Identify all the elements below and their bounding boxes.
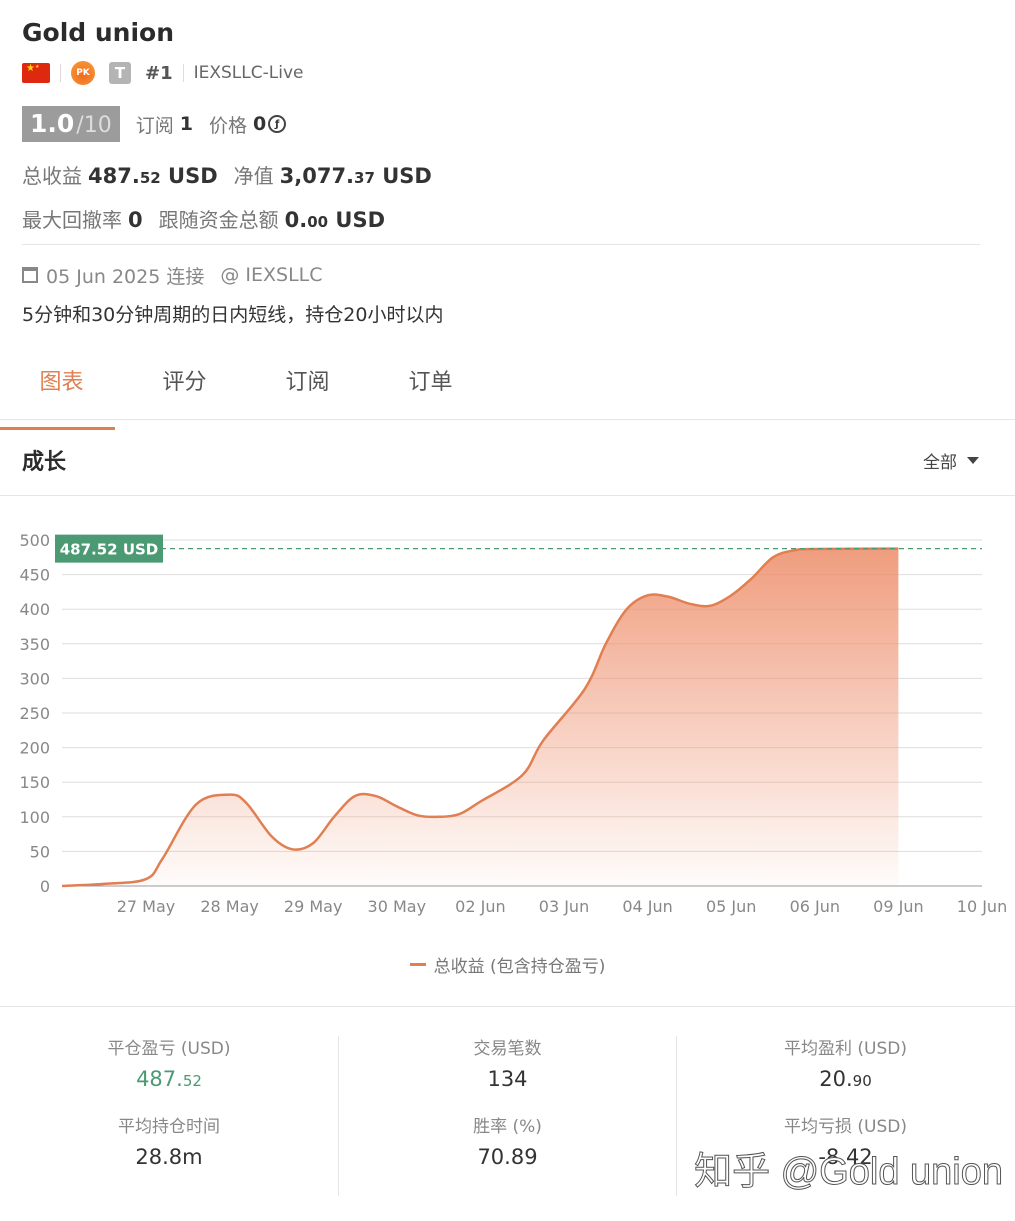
connect-info: 05 Jun 2025 连接 @ IEXSLLC	[22, 263, 982, 288]
caret-down-icon	[967, 457, 979, 464]
follow-funds-label: 跟随资金总额	[158, 208, 279, 232]
trader-header: Gold union ★ ★ PK T #1 IEXSLLC-Live 1.0 /…	[22, 16, 982, 329]
trades-label: 交易笔数	[473, 1039, 542, 1059]
tab-rating[interactable]: 评分	[123, 358, 246, 419]
range-dropdown[interactable]: 全部	[923, 448, 979, 473]
trades-value: 134	[487, 1067, 528, 1091]
total-profit-value: 487.52 USD	[88, 164, 218, 188]
y-tick-label: 500	[19, 531, 50, 550]
price-label: 价格	[208, 114, 247, 137]
rank-label: #1	[145, 62, 173, 84]
equity-label: 净值	[233, 164, 274, 188]
type-badge: T	[109, 62, 131, 84]
score-value: 1.0	[30, 109, 75, 138]
avg-hold-value: 28.8m	[135, 1145, 203, 1169]
win-rate-label: 胜率 (%)	[473, 1117, 542, 1137]
totals-row: 总收益 487.52 USD 净值 3,077.37 USD	[22, 160, 982, 188]
section-divider	[22, 244, 980, 245]
win-rate-value: 70.89	[477, 1145, 538, 1169]
y-tick-label: 300	[19, 669, 50, 688]
connect-date: 05 Jun 2025 连接	[46, 265, 205, 288]
score-badge: 1.0 /10	[22, 106, 120, 142]
max-drawdown-value: 0	[128, 208, 143, 232]
x-tick-label: 03 Jun	[539, 897, 589, 916]
equity-value: 3,077.37 USD	[279, 164, 432, 188]
tab-chart[interactable]: 图表	[0, 358, 123, 430]
tab-bar: 图表 评分 订阅 订单	[0, 358, 1015, 430]
x-tick-label: 29 May	[284, 897, 343, 916]
x-tick-label: 10 Jun	[957, 897, 1007, 916]
y-tick-label: 400	[19, 600, 50, 619]
current-value-label: 487.52 USD	[60, 541, 159, 559]
drawdown-row: 最大回撤率 0 跟随资金总额 0.00 USD	[22, 204, 982, 232]
pk-fire-icon: PK	[71, 61, 95, 85]
china-flag-icon: ★ ★	[22, 63, 50, 83]
y-tick-label: 350	[19, 635, 50, 654]
y-tick-label: 150	[19, 773, 50, 792]
chart-legend[interactable]: 总收益 (包含持仓盈亏)	[0, 952, 1015, 977]
tab-subscribe[interactable]: 订阅	[246, 358, 369, 419]
x-tick-label: 02 Jun	[455, 897, 505, 916]
x-tick-label: 06 Jun	[790, 897, 840, 916]
y-tick-label: 450	[19, 566, 50, 585]
growth-header: 成长 全部	[0, 420, 1015, 496]
y-tick-label: 200	[19, 739, 50, 758]
score-max: /10	[76, 113, 112, 138]
divider	[182, 64, 184, 82]
strategy-description: 5分钟和30分钟周期的日内短线，持仓20小时以内	[22, 304, 444, 326]
avg-profit-label: 平均盈利 (USD)	[784, 1039, 907, 1059]
stats-divider	[0, 1006, 1015, 1007]
calendar-icon	[22, 267, 38, 283]
y-tick-label: 250	[19, 704, 50, 723]
x-tick-label: 04 Jun	[622, 897, 672, 916]
trader-meta: ★ ★ PK T #1 IEXSLLC-Live	[22, 60, 982, 86]
subscribe-count: 1	[179, 113, 193, 135]
x-tick-label: 05 Jun	[706, 897, 756, 916]
follow-funds-value: 0.00 USD	[284, 208, 386, 232]
avg-loss-label: 平均亏损 (USD)	[784, 1117, 907, 1137]
coin-icon: ƒ	[268, 115, 287, 133]
y-tick-label: 100	[19, 808, 50, 827]
y-tick-label: 0	[40, 877, 50, 896]
range-value: 全部	[923, 453, 957, 473]
server-name: IEXSLLC-Live	[193, 63, 304, 83]
avg-hold-label: 平均持仓时间	[118, 1117, 220, 1137]
page-title: Gold union	[22, 18, 175, 47]
broker-link[interactable]: @ IEXSLLC	[220, 264, 322, 286]
growth-title: 成长	[22, 450, 67, 475]
watermark: 知乎 @Gold union	[694, 1151, 1004, 1194]
total-profit-label: 总收益	[22, 164, 82, 188]
legend-label: 总收益 (包含持仓盈亏)	[433, 957, 606, 977]
profit-area	[62, 548, 899, 886]
growth-chart: 0 50 100 150 200 250 300 350 400 450 500 27 May 28 …	[19, 531, 1007, 916]
price-value: 0	[252, 113, 267, 135]
avg-profit-value: 20.90	[819, 1067, 872, 1091]
stat-col-left: 平仓盈亏 (USD) 487.52 平均持仓时间 28.8m	[0, 1036, 338, 1196]
x-tick-label: 09 Jun	[873, 897, 923, 916]
x-tick-label: 27 May	[117, 897, 176, 916]
tab-orders[interactable]: 订单	[369, 358, 492, 419]
closed-pl-value: 487.52	[136, 1067, 202, 1091]
x-tick-label: 30 May	[368, 897, 427, 916]
closed-pl-label: 平仓盈亏 (USD)	[107, 1039, 231, 1059]
divider	[60, 64, 61, 82]
max-drawdown-label: 最大回撤率	[22, 208, 122, 232]
x-tick-label: 28 May	[200, 897, 259, 916]
score-row: 1.0 /10 订阅 1 价格 0 ƒ	[22, 106, 982, 142]
subscribe-label: 订阅	[135, 114, 174, 137]
stat-col-middle: 交易笔数 134 胜率 (%) 70.89	[338, 1036, 676, 1196]
y-tick-label: 50	[30, 842, 50, 861]
legend-swatch	[409, 963, 426, 966]
